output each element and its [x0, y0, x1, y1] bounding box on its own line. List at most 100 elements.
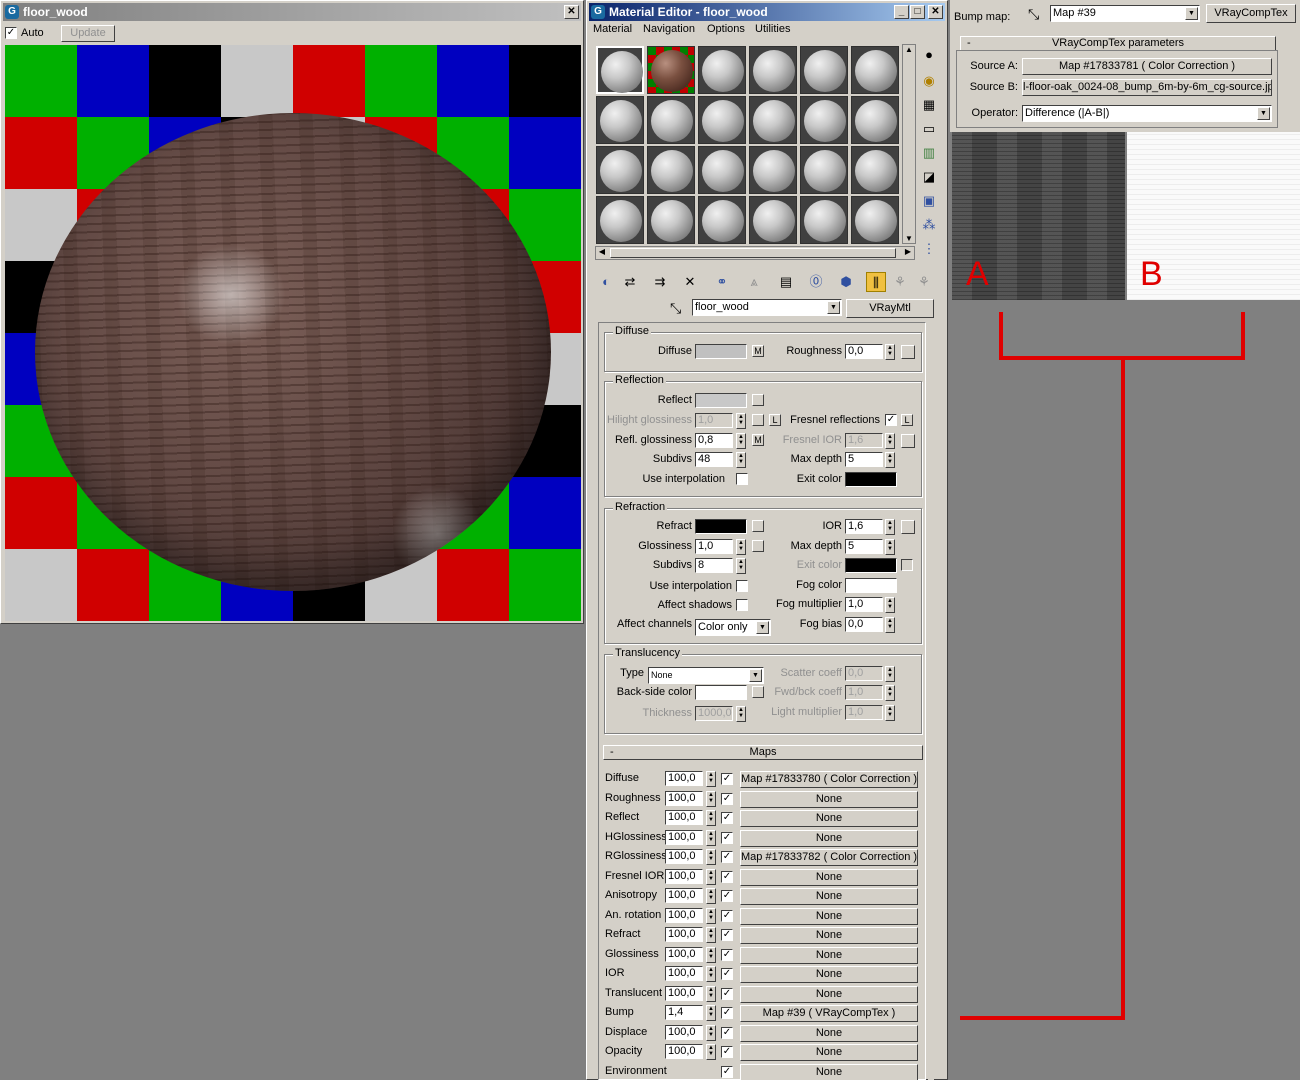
hilight-map-button[interactable]: [752, 414, 764, 426]
maps-rollout-header[interactable]: - Maps: [603, 745, 923, 760]
param-scrollbar[interactable]: [928, 322, 934, 1080]
menu-navigation[interactable]: Navigation: [643, 23, 695, 35]
thickness-field[interactable]: 1000,0: [695, 706, 733, 721]
map-enable-checkbox[interactable]: ✓: [721, 773, 733, 785]
chevron-down-icon[interactable]: ▼: [827, 301, 840, 314]
refr-gloss-field[interactable]: 1,0: [695, 539, 733, 554]
pick-map-icon[interactable]: ⤡: [1028, 6, 1039, 23]
trans-type-dropdown[interactable]: None ▼: [648, 667, 764, 684]
go-to-parent-icon[interactable]: ⚘: [890, 272, 910, 292]
source-a-button[interactable]: Map #17833781 ( Color Correction ): [1022, 58, 1272, 75]
roughness-field[interactable]: 0,0: [845, 344, 883, 359]
material-slot[interactable]: [851, 196, 899, 244]
refr-use-interp-checkbox[interactable]: [736, 580, 748, 592]
reflect-map-button[interactable]: [752, 394, 764, 406]
material-slot[interactable]: [800, 146, 848, 194]
scatter-field[interactable]: 0,0: [845, 666, 883, 681]
update-button[interactable]: Update: [61, 25, 115, 42]
ior-spinner[interactable]: ▲ ▼: [885, 519, 895, 535]
fog-mult-spinner[interactable]: ▲ ▼: [885, 597, 895, 613]
menu-material[interactable]: Material: [593, 23, 632, 35]
material-slot[interactable]: [851, 96, 899, 144]
sample-type-icon[interactable]: ●: [918, 44, 940, 66]
select-by-material-icon[interactable]: ⁂: [918, 214, 940, 236]
map-amount-spinner[interactable]: ▲ ▼: [706, 771, 716, 787]
ior-field[interactable]: 1,6: [845, 519, 883, 534]
video-color-icon[interactable]: ▥: [918, 142, 940, 164]
source-b-button[interactable]: l-floor-oak_0024-08_bump_6m-by-6m_cg-sou…: [1022, 79, 1272, 96]
material-slot[interactable]: [749, 196, 797, 244]
map-slot-button[interactable]: None: [740, 1063, 918, 1080]
refl-subdivs-field[interactable]: 48: [695, 452, 733, 467]
refr-subdivs-field[interactable]: 8: [695, 558, 733, 573]
show-map-icon[interactable]: ⬢: [836, 272, 856, 292]
make-unique-icon[interactable]: ⩓: [744, 272, 764, 292]
map-enable-checkbox[interactable]: ✓: [721, 870, 733, 883]
maximize-icon[interactable]: □: [910, 5, 925, 19]
map-amount-field[interactable]: 100,0: [665, 790, 703, 806]
hilight-spinner[interactable]: ▲ ▼: [736, 413, 746, 429]
material-slot[interactable]: [647, 96, 695, 144]
map-amount-field[interactable]: 100,0: [665, 849, 703, 864]
fog-bias-field[interactable]: 0,0: [845, 617, 883, 632]
map-amount-spinner[interactable]: ▲ ▼: [706, 1024, 716, 1041]
pick-material-icon[interactable]: ⤡: [670, 300, 681, 317]
affect-shadows-checkbox[interactable]: [736, 599, 748, 611]
chevron-down-icon[interactable]: ▼: [1257, 107, 1270, 120]
map-amount-spinner[interactable]: ▲ ▼: [706, 907, 716, 924]
material-slot[interactable]: [698, 46, 746, 94]
material-slot[interactable]: [698, 196, 746, 244]
show-end-result-icon[interactable]: ⫼: [866, 272, 886, 292]
fresnel-ior-field[interactable]: 1,6: [845, 433, 883, 448]
map-amount-spinner[interactable]: ▲ ▼: [706, 849, 716, 865]
material-slot[interactable]: [596, 146, 644, 194]
material-slot[interactable]: [800, 96, 848, 144]
map-slot-button[interactable]: None: [740, 985, 918, 1003]
map-amount-spinner[interactable]: ▲ ▼: [706, 985, 716, 1002]
scroll-up-icon[interactable]: ▲: [903, 45, 915, 54]
map-enable-checkbox[interactable]: ✓: [721, 1065, 733, 1078]
map-enable-checkbox[interactable]: ✓: [721, 968, 733, 980]
refl-gloss-field[interactable]: 0,8: [695, 433, 733, 448]
fwd-field[interactable]: 1,0: [845, 685, 883, 700]
map-amount-field[interactable]: 100,0: [665, 966, 703, 981]
map-amount-spinner[interactable]: ▲ ▼: [706, 790, 716, 807]
background-icon[interactable]: ▦: [918, 94, 940, 116]
map-slot-button[interactable]: None: [740, 966, 918, 983]
light-mult-spinner[interactable]: ▲ ▼: [885, 705, 895, 721]
comptex-rollout-header[interactable]: - VRayCompTex parameters: [960, 36, 1276, 51]
light-mult-field[interactable]: 1,0: [845, 705, 883, 720]
map-name-field[interactable]: Map #39 ▼: [1050, 5, 1200, 22]
material-navigator-icon[interactable]: ⋮: [918, 238, 940, 260]
refr-subdivs-spinner[interactable]: ▲ ▼: [736, 558, 746, 574]
map-enable-checkbox[interactable]: ✓: [721, 890, 733, 902]
map-slot-button[interactable]: None: [740, 790, 918, 808]
material-slot[interactable]: [851, 46, 899, 94]
map-enable-checkbox[interactable]: ✓: [721, 1026, 733, 1039]
map-amount-spinner[interactable]: ▲ ▼: [706, 946, 716, 963]
map-amount-field[interactable]: 100,0: [665, 1044, 703, 1059]
map-amount-field[interactable]: 100,0: [665, 907, 703, 923]
map-slot-button[interactable]: Map #17833782 ( Color Correction ): [740, 849, 918, 866]
backside-color-swatch[interactable]: [695, 685, 747, 700]
map-amount-spinner[interactable]: ▲ ▼: [706, 868, 716, 885]
menu-utilities[interactable]: Utilities: [755, 23, 790, 35]
close-icon[interactable]: ✕: [564, 5, 579, 19]
fog-mult-field[interactable]: 1,0: [845, 597, 883, 612]
refl-gloss-spinner[interactable]: ▲ ▼: [736, 433, 746, 449]
refl-max-depth-spinner[interactable]: ▲ ▼: [885, 452, 895, 468]
map-slot-button[interactable]: None: [740, 946, 918, 964]
refr-max-depth-field[interactable]: 5: [845, 539, 883, 554]
chevron-down-icon[interactable]: ▼: [1185, 7, 1198, 20]
roughness-spinner[interactable]: ▲ ▼: [885, 344, 895, 360]
map-enable-checkbox[interactable]: ✓: [721, 929, 733, 941]
material-slot[interactable]: [647, 46, 695, 94]
refl-exit-color-swatch[interactable]: [845, 472, 897, 487]
diffuse-color-swatch[interactable]: [695, 344, 747, 359]
map-amount-field[interactable]: 100,0: [665, 946, 703, 962]
menu-options[interactable]: Options: [707, 23, 745, 35]
scroll-left-icon[interactable]: ◀: [596, 247, 608, 259]
minimize-icon[interactable]: _: [894, 5, 909, 19]
roughness-map-button[interactable]: [901, 345, 915, 359]
ior-map-button[interactable]: [901, 520, 915, 534]
